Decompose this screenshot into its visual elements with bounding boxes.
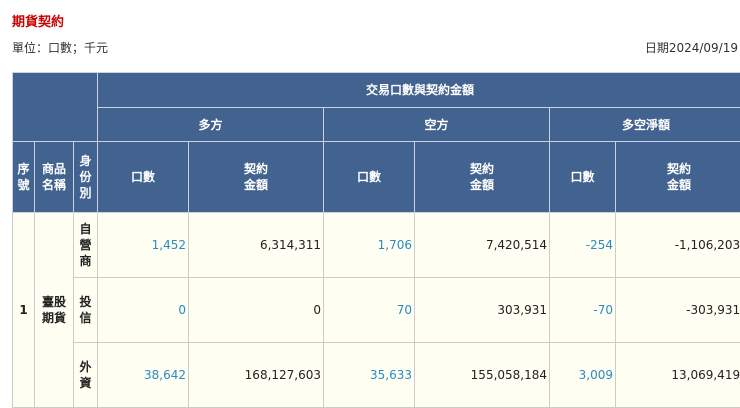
table-row: 外資 38,642 168,127,603 35,633 155,058,184… <box>13 343 740 408</box>
header-net: 多空淨額 <box>550 108 740 142</box>
header-group: 交易口數與契約金額 <box>98 73 740 108</box>
date-label: 日期2024/09/19 <box>645 39 738 56</box>
long-lots-link[interactable]: 1,452 <box>98 213 189 278</box>
header-long: 多方 <box>98 108 324 142</box>
net-amount: 13,069,419 <box>616 343 740 408</box>
unit-label: 單位：口數；千元 <box>12 39 108 56</box>
short-lots-link[interactable]: 1,706 <box>324 213 415 278</box>
table-row: 投信 0 0 70 303,931 -70 -303,931 <box>13 278 740 343</box>
net-amount: -1,106,203 <box>616 213 740 278</box>
header-short: 空方 <box>324 108 550 142</box>
header-short-amount: 契約金額 <box>415 142 550 213</box>
short-amount: 7,420,514 <box>415 213 550 278</box>
long-amount: 0 <box>189 278 324 343</box>
futures-table: 交易口數與契約金額 多方 空方 多空淨額 序號 商品名稱 身份別 口數 契約金額… <box>12 72 740 408</box>
short-amount: 155,058,184 <box>415 343 550 408</box>
page-title: 期貨契約 <box>12 11 64 30</box>
identity-cell: 自營商 <box>74 213 98 278</box>
header-short-lots: 口數 <box>324 142 415 213</box>
net-amount: -303,931 <box>616 278 740 343</box>
net-lots-link[interactable]: -70 <box>550 278 616 343</box>
net-lots-link[interactable]: -254 <box>550 213 616 278</box>
product-cell: 臺股期貨 <box>35 213 74 408</box>
long-lots-link[interactable]: 0 <box>98 278 189 343</box>
header-identity: 身份別 <box>74 142 98 213</box>
long-amount: 6,314,311 <box>189 213 324 278</box>
header-blank <box>13 73 98 142</box>
header-net-lots: 口數 <box>550 142 616 213</box>
net-lots-link[interactable]: 3,009 <box>550 343 616 408</box>
header-product: 商品名稱 <box>35 142 74 213</box>
short-lots-link[interactable]: 70 <box>324 278 415 343</box>
identity-cell: 投信 <box>74 278 98 343</box>
long-amount: 168,127,603 <box>189 343 324 408</box>
short-amount: 303,931 <box>415 278 550 343</box>
seq-cell: 1 <box>13 213 35 408</box>
short-lots-link[interactable]: 35,633 <box>324 343 415 408</box>
long-lots-link[interactable]: 38,642 <box>98 343 189 408</box>
header-long-amount: 契約金額 <box>189 142 324 213</box>
header-long-lots: 口數 <box>98 142 189 213</box>
header-seq: 序號 <box>13 142 35 213</box>
table-row: 1 臺股期貨 自營商 1,452 6,314,311 1,706 7,420,5… <box>13 213 740 278</box>
header-net-amount: 契約金額 <box>616 142 740 213</box>
identity-cell: 外資 <box>74 343 98 408</box>
